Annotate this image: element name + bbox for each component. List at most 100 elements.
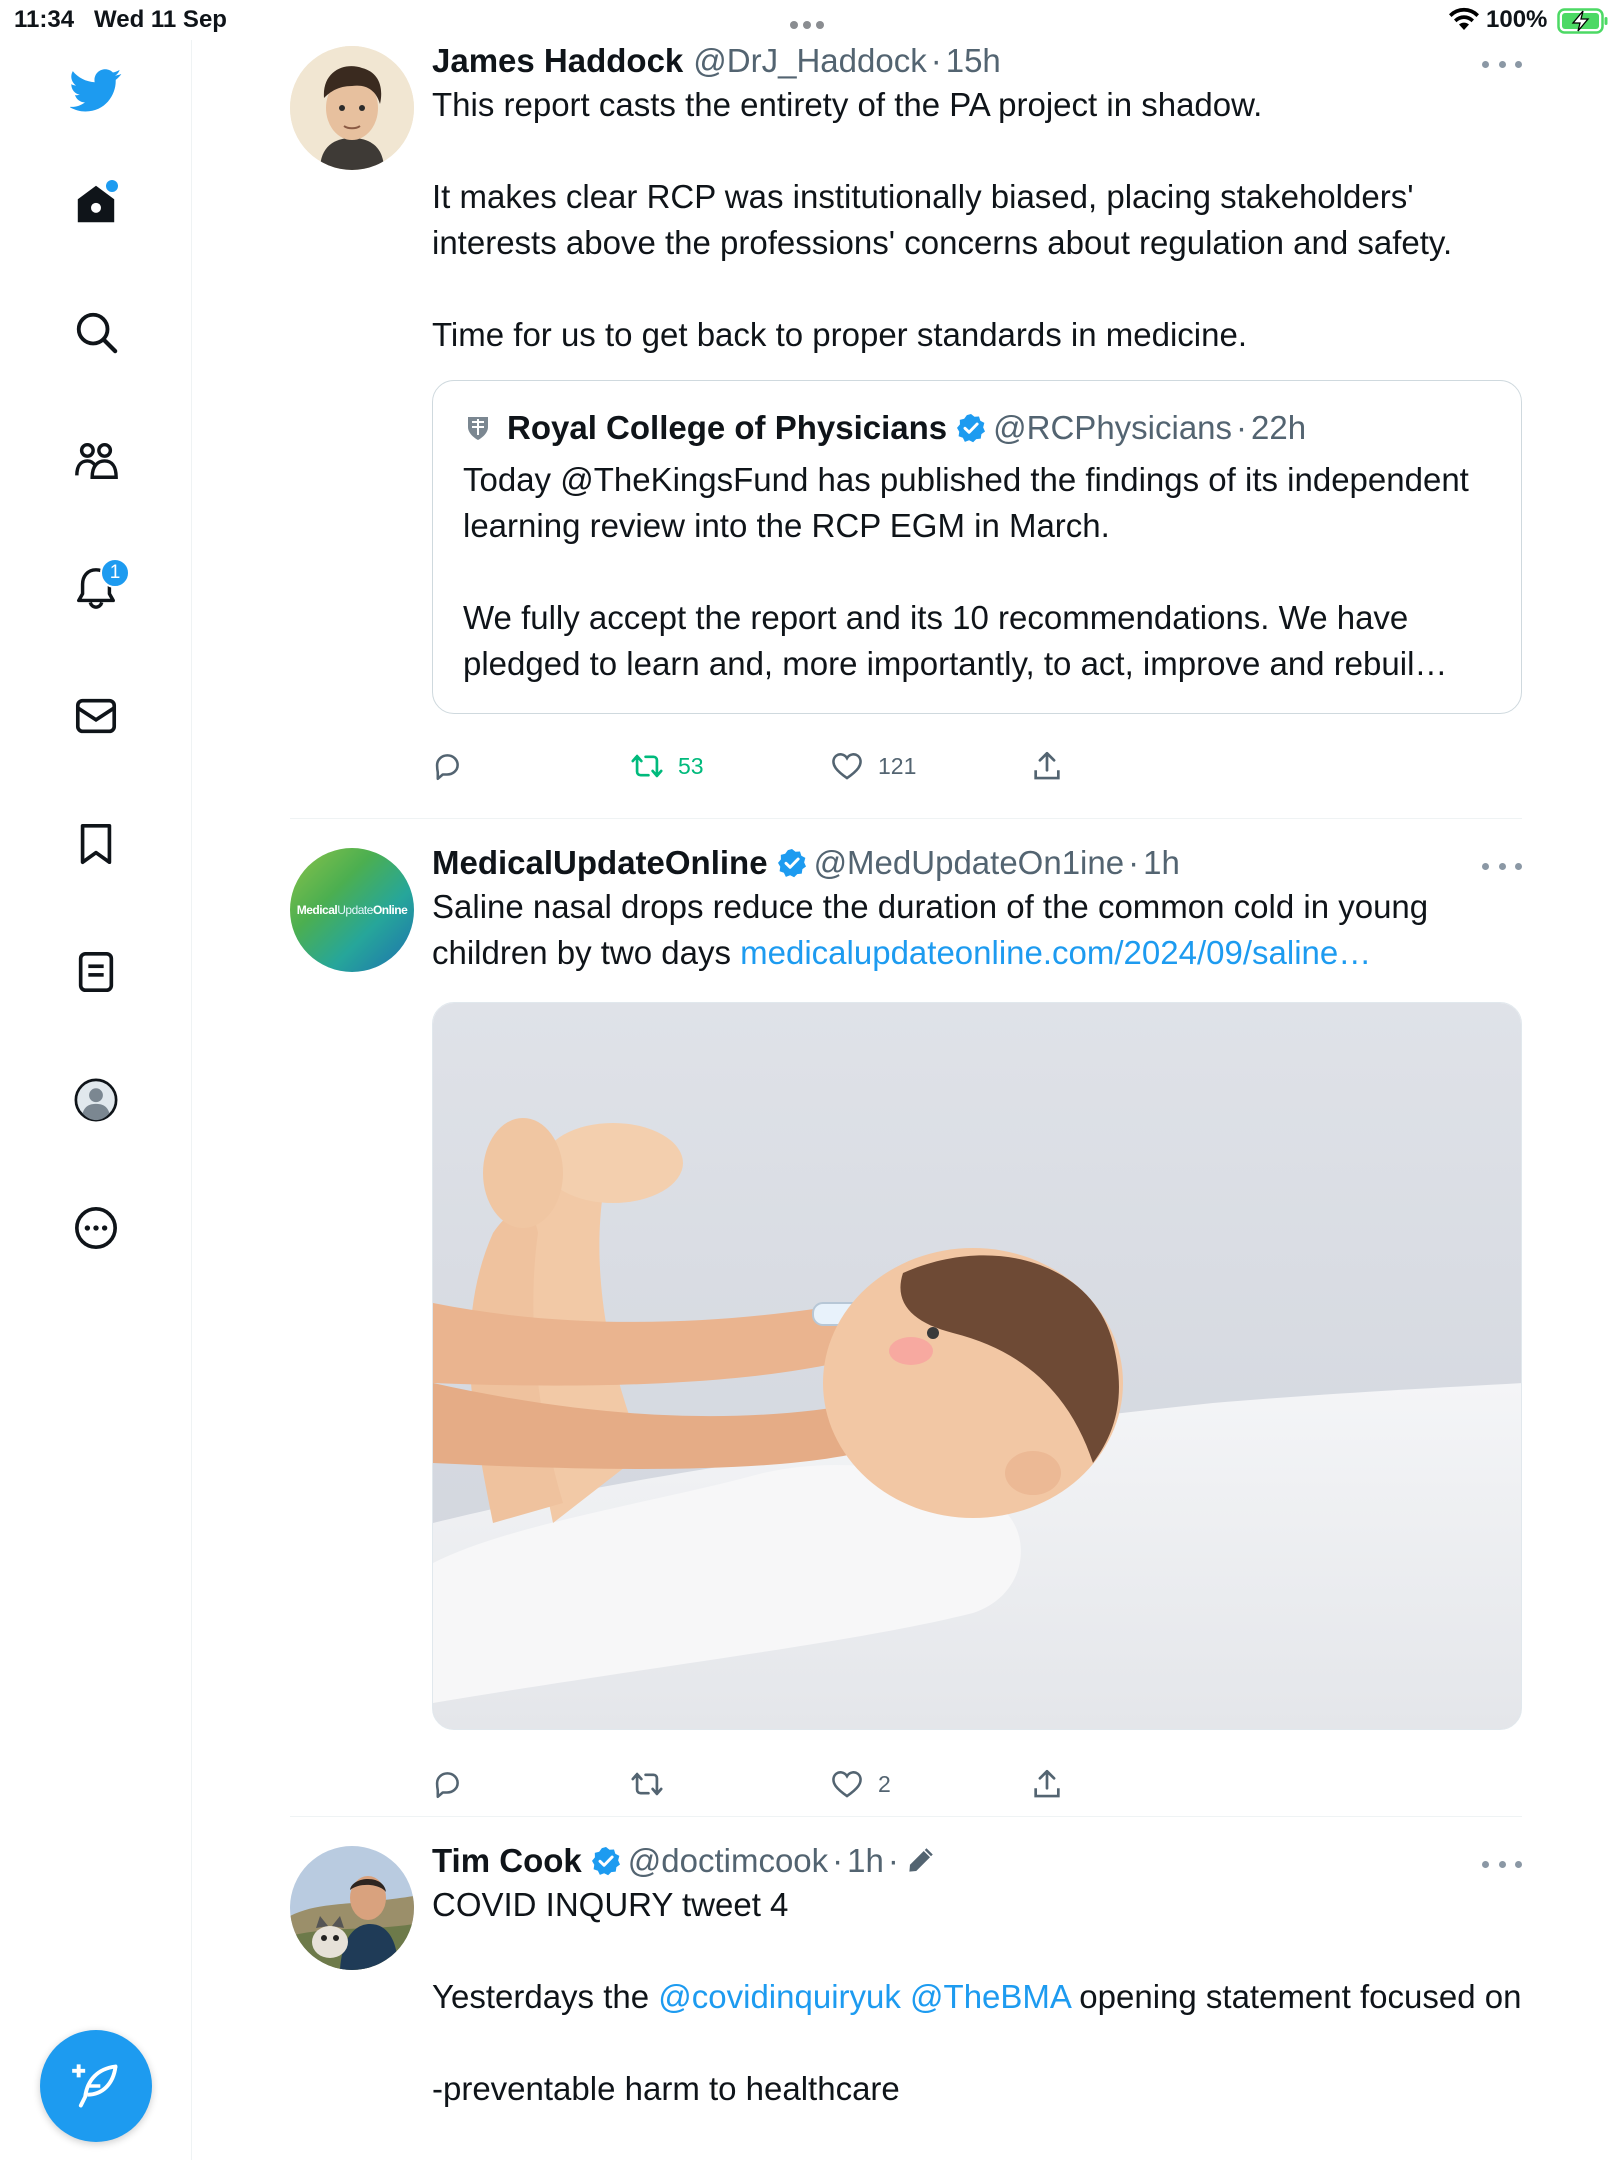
nav-home[interactable] — [50, 158, 142, 250]
nav-search[interactable] — [50, 286, 142, 378]
share-button[interactable] — [1030, 746, 1064, 786]
twitter-logo-icon — [70, 69, 122, 112]
separator: · — [887, 1842, 899, 1879]
quoted-tweet[interactable]: Royal College of Physicians @RCPhysician… — [432, 380, 1522, 714]
avatar-wordmark-b: Update — [337, 903, 373, 917]
retweet-count: 53 — [678, 752, 704, 779]
heart-icon — [832, 1771, 862, 1798]
avatar-tim-cook — [290, 1846, 414, 1970]
retweet-icon — [631, 754, 663, 778]
home-new-dot — [106, 180, 118, 192]
compose-icon — [72, 2064, 118, 2108]
tweet-actions: 2 — [430, 1764, 1130, 1804]
mention-thebma[interactable]: @TheBMA — [910, 1978, 1070, 2015]
quote-author-handle[interactable]: @RCPhysicians — [993, 409, 1232, 447]
timeline: James Haddock @DrJ_Haddock · 15h This re… — [192, 40, 1522, 2160]
author-handle[interactable]: @MedUpdateOn1ine — [814, 844, 1125, 882]
tweet-divider — [290, 1816, 1522, 1817]
like-button[interactable]: 2 — [830, 1764, 891, 1804]
mention-covidinquiryuk[interactable]: @covidinquiryuk — [658, 1978, 901, 2015]
twitter-logo[interactable] — [50, 44, 142, 136]
nav-communities[interactable] — [50, 414, 142, 506]
separator: · — [1236, 409, 1248, 446]
verified-badge-icon — [591, 1847, 620, 1876]
bookmarks-icon — [80, 823, 112, 865]
avatar-wordmark: MedicalUpdateOnline — [297, 903, 408, 917]
tweet-header: Tim Cook @doctimcook · 1h · — [432, 1840, 1522, 1882]
nav-notifications[interactable]: 1 — [50, 542, 142, 634]
status-bar: 11:34 Wed 11 Sep 100% — [0, 0, 1620, 40]
more-options-icon[interactable] — [1482, 856, 1522, 876]
avatar-wordmark-c: Online — [372, 903, 408, 917]
nav-profile[interactable] — [50, 1054, 142, 1146]
like-count: 121 — [878, 752, 917, 779]
multitasking-dots-icon[interactable] — [790, 16, 834, 29]
quote-author-name[interactable]: Royal College of Physicians — [507, 409, 947, 447]
tweet-header: James Haddock @DrJ_Haddock · 15h — [432, 40, 1522, 82]
wifi-icon — [1449, 7, 1479, 30]
battery-percent: 100% — [1486, 6, 1548, 33]
mention-space — [901, 1978, 910, 2015]
tweet-image[interactable] — [432, 1002, 1522, 1730]
reply-button[interactable] — [430, 746, 464, 786]
battery-charging-icon — [1557, 8, 1608, 34]
share-button[interactable] — [1030, 1764, 1064, 1804]
nav-lists[interactable] — [50, 926, 142, 1018]
tweet-text: Saline nasal drops reduce the duration o… — [432, 884, 1522, 976]
avatar-james-haddock — [290, 46, 414, 170]
reply-button[interactable] — [430, 1764, 464, 1804]
retweet-icon — [631, 1772, 663, 1796]
compose-button[interactable] — [40, 2030, 152, 2142]
tweet-divider — [290, 818, 1522, 819]
quote-time: 22h — [1251, 409, 1307, 446]
tweet-actions: 53 121 — [430, 746, 1130, 786]
status-date: Wed 11 Sep — [94, 6, 227, 33]
separator: · — [832, 1842, 844, 1879]
avatar[interactable] — [290, 46, 414, 170]
heart-icon — [832, 753, 862, 780]
verified-badge-icon — [777, 849, 806, 878]
article-link[interactable]: medicalupdateonline.com/2024/09/saline… — [740, 934, 1371, 971]
nav-more[interactable] — [50, 1182, 142, 1274]
more-options-icon[interactable] — [1482, 1854, 1522, 1874]
status-time: 11:34 — [14, 6, 75, 33]
rcp-crest-icon — [468, 417, 488, 440]
profile-icon — [74, 1078, 118, 1122]
author-handle[interactable]: @DrJ_Haddock — [693, 42, 926, 80]
retweet-button[interactable]: 53 — [630, 746, 704, 786]
quote-header: Royal College of Physicians @RCPhysician… — [463, 407, 1491, 449]
avatar[interactable] — [290, 1846, 414, 1970]
notifications-badge: 1 — [100, 558, 130, 588]
author-name[interactable]: Tim Cook — [432, 1842, 582, 1880]
tweet-text: COVID INQURY tweet 4 Yesterdays the @cov… — [432, 1882, 1522, 2112]
tweet-time[interactable]: 1h — [1143, 844, 1180, 882]
edited-pencil-icon[interactable] — [905, 1846, 935, 1876]
image-baby-nasal-drops — [433, 1003, 1521, 1729]
author-name[interactable]: MedicalUpdateOnline — [432, 844, 768, 882]
author-name[interactable]: James Haddock — [432, 42, 683, 80]
author-handle[interactable]: @doctimcook — [628, 1842, 828, 1880]
search-icon — [76, 312, 118, 354]
tweet-time[interactable]: 15h — [946, 42, 1001, 80]
share-icon — [1034, 751, 1060, 780]
more-options-icon[interactable] — [1482, 54, 1522, 74]
nav-bookmarks[interactable] — [50, 798, 142, 890]
quote-text: Today @TheKingsFund has published the fi… — [463, 461, 1469, 682]
communities-icon — [75, 442, 118, 479]
avatar[interactable]: MedicalUpdateOnline — [290, 848, 414, 972]
reply-icon — [435, 1772, 459, 1799]
reply-icon — [435, 754, 459, 781]
messages-icon — [75, 698, 117, 734]
tweet-header: MedicalUpdateOnline @MedUpdateOn1ine · 1… — [432, 842, 1522, 884]
separator: · — [1128, 844, 1140, 881]
like-button[interactable]: 121 — [830, 746, 916, 786]
nav-messages[interactable] — [50, 670, 142, 762]
lists-icon — [78, 951, 114, 993]
retweet-button[interactable] — [630, 1764, 664, 1804]
like-count: 2 — [878, 1770, 891, 1797]
more-icon — [75, 1207, 117, 1249]
tweet-time[interactable]: 1h — [847, 1842, 884, 1880]
share-icon — [1034, 1769, 1060, 1798]
avatar-wordmark-a: Medical — [296, 903, 338, 917]
sidebar: 1 — [0, 40, 192, 2160]
